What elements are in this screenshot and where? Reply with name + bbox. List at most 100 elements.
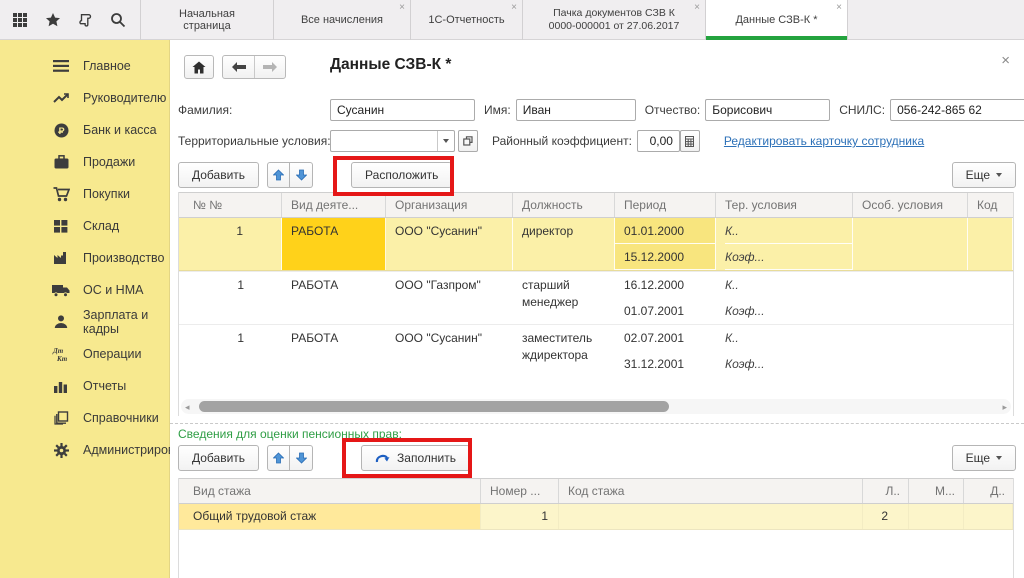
experience-kind-cell[interactable]: Общий трудовой стаж: [179, 504, 481, 529]
chevron-down-icon[interactable]: [437, 131, 454, 151]
pension-table: Вид стажа Номер ... Код стажа Л.. М... Д…: [178, 478, 1014, 578]
sidebar-item-purchases[interactable]: Покупки: [0, 178, 169, 210]
tab-label: Пачка документов СЗВ К 0000-000001 от 27…: [549, 7, 680, 33]
special-conditions-cell: [853, 272, 968, 324]
sidebar-item-label: Покупки: [83, 187, 130, 201]
organization-cell: ООО "Сусанин": [386, 325, 513, 377]
special-conditions-cell: [853, 325, 968, 377]
column-header[interactable]: Вид деяте...: [282, 193, 386, 217]
column-header[interactable]: Должность: [513, 193, 615, 217]
territorial-cell: К.. Коэф...: [716, 325, 853, 377]
move-down-button[interactable]: [290, 162, 313, 188]
home-button[interactable]: [184, 55, 214, 79]
sidebar-item-manager[interactable]: Руководителю: [0, 82, 169, 114]
sidebar-item-main[interactable]: Главное: [0, 50, 169, 82]
back-forward-group: [222, 55, 286, 79]
close-form-icon[interactable]: ×: [1001, 52, 1010, 69]
column-header[interactable]: М...: [909, 479, 964, 503]
person-icon: [52, 314, 70, 330]
sidebar-item-warehouse[interactable]: Склад: [0, 210, 169, 242]
tab-szvk-data[interactable]: Данные СЗВ-К * ×: [705, 0, 848, 40]
days-cell: [964, 504, 1013, 529]
column-header[interactable]: Код: [968, 193, 1013, 217]
sidebar-item-salary-hr[interactable]: Зарплата и кадры: [0, 306, 169, 338]
column-header[interactable]: Номер ...: [481, 479, 559, 503]
column-header[interactable]: Л..: [863, 479, 909, 503]
open-territorial-icon[interactable]: [458, 130, 478, 152]
edit-employee-card-link[interactable]: Редактировать карточку сотрудника: [724, 134, 924, 148]
activity-kind-cell: РАБОТА: [282, 325, 386, 377]
sidebar-item-production[interactable]: Производство: [0, 242, 169, 274]
close-tab-icon[interactable]: ×: [399, 3, 405, 13]
column-header[interactable]: Код стажа: [559, 479, 863, 503]
snils-field[interactable]: [890, 99, 1024, 121]
tab-bar: Начальная страница Все начисления × 1С-О…: [140, 0, 848, 40]
briefcase-icon: [52, 154, 70, 170]
tab-document-pack[interactable]: Пачка документов СЗВ К 0000-000001 от 27…: [522, 0, 705, 40]
more-button[interactable]: Еще: [952, 162, 1016, 188]
scrollbar-thumb[interactable]: [199, 401, 669, 412]
sidebar-item-directories[interactable]: Справочники: [0, 402, 169, 434]
forward-button[interactable]: [254, 56, 285, 78]
column-header[interactable]: Тер. условия: [716, 193, 853, 217]
activity-kind-cell[interactable]: РАБОТА: [282, 218, 386, 270]
table-row[interactable]: 1 РАБОТА ООО "Сусанин" заместитель ждире…: [179, 324, 1013, 377]
sidebar-item-operations[interactable]: ДтКт Операции: [0, 338, 169, 370]
table-row[interactable]: 1 РАБОТА ООО "Сусанин" директор 01.01.20…: [179, 218, 1013, 271]
horizontal-scrollbar[interactable]: ◂ ▸: [181, 399, 1011, 414]
surname-field[interactable]: [330, 99, 475, 121]
add-button[interactable]: Добавить: [178, 162, 259, 188]
column-header[interactable]: Особ. условия: [853, 193, 968, 217]
column-header[interactable]: Период: [615, 193, 716, 217]
patronymic-field[interactable]: [705, 99, 830, 121]
fill-arrow-icon: [375, 452, 390, 464]
move-up-button[interactable]: [267, 162, 290, 188]
sidebar-item-administration[interactable]: Администрирование: [0, 434, 169, 466]
territorial-combo: [330, 130, 455, 152]
move-up-button[interactable]: [267, 445, 290, 471]
close-tab-icon[interactable]: ×: [511, 3, 517, 13]
search-icon[interactable]: [110, 12, 126, 28]
column-header[interactable]: Вид стажа: [179, 479, 481, 503]
column-header[interactable]: № №: [179, 193, 282, 217]
favorites-star-icon[interactable]: [45, 12, 61, 28]
table-row[interactable]: 1 РАБОТА ООО "Газпром" старший менеджер …: [179, 271, 1013, 324]
scroll-right-icon[interactable]: ▸: [1002, 402, 1007, 413]
close-tab-icon[interactable]: ×: [694, 3, 700, 13]
tab-1c-reporting[interactable]: 1С-Отчетность ×: [410, 0, 522, 40]
code-cell: [968, 325, 1013, 377]
tab-label: Начальная страница: [155, 8, 259, 32]
sidebar-item-bank-cash[interactable]: Р Банк и касса: [0, 114, 169, 146]
fill-button[interactable]: Заполнить: [361, 445, 470, 471]
district-coeff-field[interactable]: [637, 130, 680, 152]
column-header[interactable]: Д..: [964, 479, 1013, 503]
period-cell: 02.07.2001 31.12.2001: [615, 325, 716, 377]
sidebar-item-label: Главное: [83, 59, 131, 73]
activity-kind-cell: РАБОТА: [282, 272, 386, 324]
calculator-icon[interactable]: [680, 130, 700, 152]
position-cell: старший менеджер: [513, 272, 615, 324]
back-button[interactable]: [223, 56, 254, 78]
sidebar-item-sales[interactable]: Продажи: [0, 146, 169, 178]
more-button[interactable]: Еще: [952, 445, 1016, 471]
name-field[interactable]: [516, 99, 636, 121]
sidebar-item-fixed-assets[interactable]: ОС и НМА: [0, 274, 169, 306]
grid-menu-icon[interactable]: [12, 12, 28, 28]
menu-icon: [52, 58, 70, 74]
topbar-icon-group: [0, 0, 140, 40]
move-down-button[interactable]: [290, 445, 313, 471]
arrange-button[interactable]: Расположить: [351, 162, 452, 188]
tab-home-page[interactable]: Начальная страница: [140, 0, 273, 40]
splitter-line[interactable]: [170, 423, 1024, 424]
scroll-left-icon[interactable]: ◂: [185, 402, 190, 413]
table-row[interactable]: Общий трудовой стаж 1 2: [179, 504, 1013, 530]
history-scroll-icon[interactable]: [77, 12, 93, 28]
close-tab-icon[interactable]: ×: [836, 3, 842, 13]
column-header[interactable]: Организация: [386, 193, 513, 217]
snils-label: СНИЛС:: [839, 103, 885, 117]
code-cell: [968, 218, 1013, 270]
sidebar-item-reports[interactable]: Отчеты: [0, 370, 169, 402]
fill-label: Заполнить: [397, 451, 456, 465]
add-button[interactable]: Добавить: [178, 445, 259, 471]
tab-all-accruals[interactable]: Все начисления ×: [273, 0, 410, 40]
